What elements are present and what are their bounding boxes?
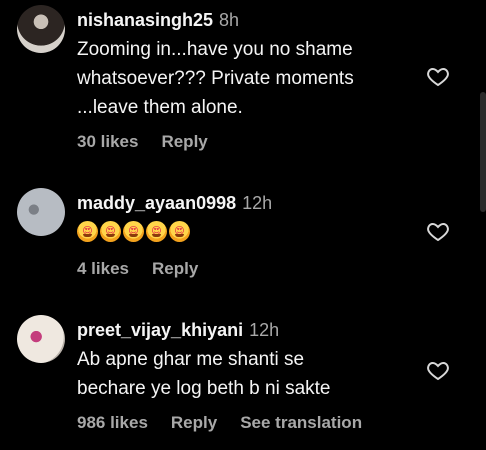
- heart-eyes-emoji: 😍: [123, 221, 144, 242]
- heart-icon[interactable]: [426, 64, 450, 88]
- avatar[interactable]: [17, 5, 65, 53]
- comment-time: 8h: [219, 10, 240, 30]
- emoji-row: 😍 😍 😍 😍 😍: [77, 221, 272, 242]
- comment-time: 12h: [249, 320, 280, 340]
- see-translation-link[interactable]: See translation: [240, 413, 362, 432]
- comment-text: Zooming in...have you no shame whatsoeve…: [77, 39, 354, 118]
- avatar[interactable]: [17, 188, 65, 236]
- comment-username[interactable]: preet_vijay_khiyani: [77, 320, 243, 340]
- heart-icon[interactable]: [426, 219, 450, 243]
- likes-count[interactable]: 30 likes: [77, 132, 138, 151]
- reply-button[interactable]: Reply: [171, 413, 217, 432]
- avatar[interactable]: [17, 315, 65, 363]
- heart-eyes-emoji: 😍: [169, 221, 190, 242]
- comment-username[interactable]: nishanasingh25: [77, 10, 213, 30]
- likes-count[interactable]: 986 likes: [77, 413, 148, 432]
- heart-eyes-emoji: 😍: [100, 221, 121, 242]
- scrollbar[interactable]: [480, 92, 486, 212]
- heart-icon[interactable]: [426, 358, 450, 382]
- reply-button[interactable]: Reply: [161, 132, 207, 151]
- heart-eyes-emoji: 😍: [146, 221, 167, 242]
- comment-time: 12h: [242, 193, 273, 213]
- reply-button[interactable]: Reply: [152, 259, 198, 278]
- heart-eyes-emoji: 😍: [77, 221, 98, 242]
- likes-count[interactable]: 4 likes: [77, 259, 129, 278]
- comment-text: Ab apne ghar me shanti se bechare ye log…: [77, 349, 331, 399]
- comment-username[interactable]: maddy_ayaan0998: [77, 193, 236, 213]
